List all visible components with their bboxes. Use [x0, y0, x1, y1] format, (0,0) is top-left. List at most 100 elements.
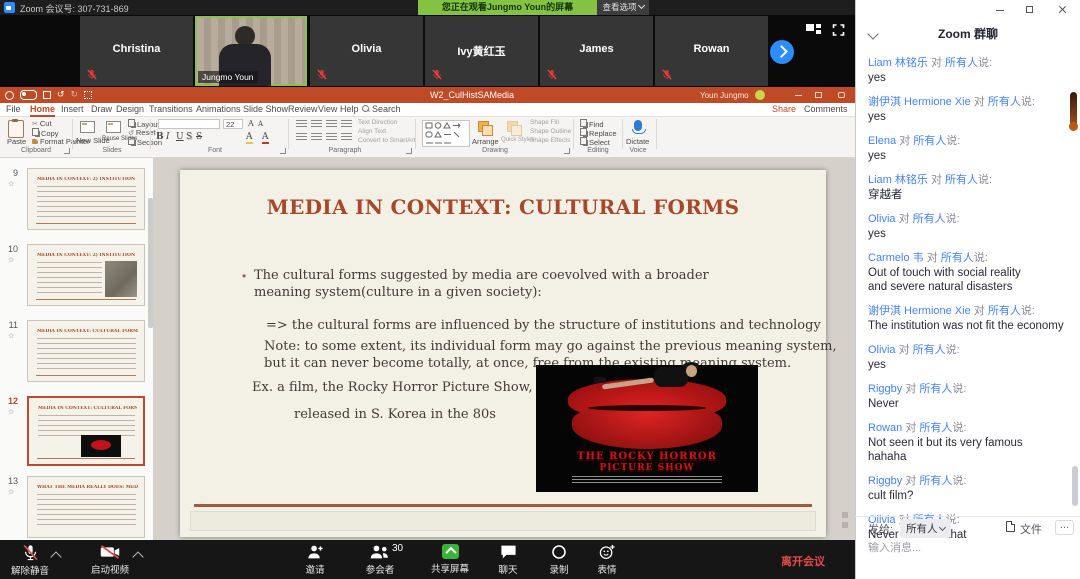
- align-left-icon[interactable]: [296, 133, 307, 142]
- next-participants-button[interactable]: [770, 40, 794, 64]
- tab-help[interactable]: Help: [340, 104, 359, 114]
- tab-draw[interactable]: Draw: [91, 104, 112, 114]
- tab-file[interactable]: File: [6, 104, 21, 114]
- file-button[interactable]: 文件: [1020, 521, 1042, 537]
- participant-tile[interactable]: Rowan: [655, 16, 768, 86]
- slide-bullet-1[interactable]: The cultural forms suggested by media ar…: [254, 267, 724, 301]
- slide-title[interactable]: MEDIA IN CONTEXT: CULTURAL FORMS: [180, 195, 826, 219]
- more-options-button[interactable]: …: [1055, 520, 1074, 535]
- avatar[interactable]: [755, 90, 765, 100]
- chat-minimize-icon[interactable]: [996, 6, 1004, 11]
- invite-button[interactable]: 邀请: [287, 544, 343, 576]
- tab-insert[interactable]: Insert: [61, 104, 84, 114]
- chat-input[interactable]: [866, 541, 1070, 555]
- participant-tile[interactable]: Christina: [80, 16, 193, 86]
- participant-tile[interactable]: Ivy黄红玉: [425, 16, 538, 86]
- paragraph-dialog-launcher[interactable]: [406, 148, 412, 154]
- highlight-color-button[interactable]: A: [246, 132, 253, 144]
- ppt-close-icon[interactable]: [838, 92, 845, 98]
- numbering-icon[interactable]: [311, 120, 322, 129]
- participant-tile[interactable]: Olivia: [310, 16, 423, 86]
- new-slide-icon[interactable]: [80, 121, 95, 133]
- arrange-button[interactable]: Arrange: [472, 137, 499, 146]
- slide-canvas[interactable]: MEDIA IN CONTEXT: CULTURAL FORMS • The c…: [180, 170, 826, 537]
- paste-button[interactable]: Paste: [7, 137, 26, 146]
- chat-scrollbar[interactable]: [1072, 466, 1078, 506]
- font-name-combo[interactable]: [158, 119, 220, 129]
- leave-meeting-button[interactable]: 离开会议: [781, 553, 825, 569]
- account-name[interactable]: Youn Jungmo: [700, 91, 749, 100]
- reset-button[interactable]: ↺Reset: [128, 128, 155, 137]
- unmute-button[interactable]: 解除静音: [2, 544, 58, 577]
- grow-font-button[interactable]: A: [248, 119, 254, 128]
- arrange-icon[interactable]: [478, 121, 489, 132]
- align-text-button[interactable]: Align Text: [358, 128, 386, 135]
- save-icon[interactable]: [43, 91, 51, 99]
- select-button[interactable]: Select: [580, 137, 610, 147]
- shape-fill-button[interactable]: Shape Fill: [530, 119, 559, 126]
- start-video-button[interactable]: 启动视频: [82, 544, 138, 576]
- clipboard-dialog-launcher[interactable]: [64, 148, 70, 154]
- redo-icon[interactable]: ↻: [71, 91, 79, 100]
- tab-transitions[interactable]: Transitions: [149, 104, 193, 114]
- convert-smartart-button[interactable]: Convert to SmartArt: [358, 137, 415, 144]
- dictate-button[interactable]: Dictate: [626, 137, 649, 146]
- shapes-gallery[interactable]: [422, 120, 470, 147]
- search-box[interactable]: Search: [372, 104, 401, 114]
- chat-scrollbar-marker[interactable]: [1070, 92, 1077, 128]
- indent-increase-icon[interactable]: [341, 120, 352, 129]
- chat-maximize-icon[interactable]: [1026, 6, 1033, 13]
- underline-button[interactable]: U: [176, 132, 184, 142]
- tab-view[interactable]: View: [318, 104, 337, 114]
- tab-design[interactable]: Design: [116, 104, 144, 114]
- font-size-combo[interactable]: 22: [223, 119, 243, 129]
- view-options-button[interactable]: 查看选项: [597, 0, 649, 15]
- ppt-maximize-icon[interactable]: [815, 92, 822, 98]
- ppt-share-button[interactable]: Share: [772, 104, 796, 114]
- align-center-icon[interactable]: [311, 133, 322, 142]
- autosave-toggle[interactable]: [20, 90, 37, 100]
- tab-slide-show[interactable]: Slide Show: [243, 104, 288, 114]
- chat-button[interactable]: 聊天: [480, 544, 536, 576]
- slide-thumbnail-10[interactable]: MEDIA IN CONTEXT: 2) INSTITUTION: [27, 244, 145, 306]
- reactions-button[interactable]: 表情: [579, 544, 635, 576]
- shape-outline-button[interactable]: Shape Outline: [530, 128, 571, 135]
- slide-thumbnail-11[interactable]: MEDIA IN CONTEXT: CULTURAL FORMS: [27, 320, 145, 382]
- drawing-dialog-launcher[interactable]: [564, 148, 570, 154]
- text-shadow-button[interactable]: S: [186, 132, 192, 142]
- app-icon[interactable]: [5, 91, 14, 100]
- slide-thumbnail-13[interactable]: WHAT THE MEDIA REALLY DOES: MEDIATION: [27, 476, 145, 538]
- bold-button[interactable]: B: [156, 132, 164, 142]
- gallery-view-icon[interactable]: [806, 24, 821, 36]
- fullscreen-icon[interactable]: [831, 24, 846, 36]
- tab-review[interactable]: Review: [288, 104, 318, 114]
- thumbnail-scrollbar[interactable]: [148, 198, 153, 328]
- tab-animations[interactable]: Animations: [196, 104, 241, 114]
- share-screen-button[interactable]: 共享屏幕: [422, 544, 478, 575]
- reuse-slides-icon[interactable]: [106, 121, 121, 133]
- canvas-scrollbar[interactable]: [842, 164, 848, 534]
- slide-line-2[interactable]: => the cultural forms are influenced by …: [266, 317, 846, 334]
- participant-tile[interactable]: James: [540, 16, 653, 86]
- scroll-up-arrow[interactable]: [842, 512, 848, 518]
- undo-icon[interactable]: ↺: [57, 91, 65, 100]
- rocky-horror-poster[interactable]: THE ROCKY HORROR PICTURE SHOW: [536, 365, 758, 492]
- quick-styles-icon[interactable]: [507, 121, 518, 132]
- text-direction-button[interactable]: Text Direction: [358, 119, 397, 126]
- send-to-dropdown[interactable]: 所有人: [900, 519, 951, 538]
- chat-close-icon[interactable]: [1058, 6, 1067, 15]
- justify-icon[interactable]: [341, 133, 352, 142]
- font-color-button[interactable]: A: [262, 132, 269, 144]
- tab-home[interactable]: Home: [30, 104, 55, 117]
- italic-button[interactable]: I: [166, 132, 170, 142]
- shape-effects-button[interactable]: Shape Effects: [530, 137, 570, 144]
- font-dialog-launcher[interactable]: [280, 148, 286, 154]
- dictate-icon[interactable]: [634, 120, 642, 131]
- paste-icon[interactable]: [8, 120, 24, 138]
- participant-video-tile[interactable]: Jungmo Youn: [195, 16, 307, 86]
- slide-thumbnail-12-selected[interactable]: MEDIA IN CONTEXT: CULTURAL FORMS: [27, 396, 145, 466]
- ppt-comments-button[interactable]: Comments: [804, 104, 848, 114]
- slide-thumbnail-9[interactable]: MEDIA IN CONTEXT: 2) INSTITUTION: [27, 168, 145, 230]
- align-right-icon[interactable]: [326, 133, 337, 142]
- bullets-icon[interactable]: [296, 120, 307, 129]
